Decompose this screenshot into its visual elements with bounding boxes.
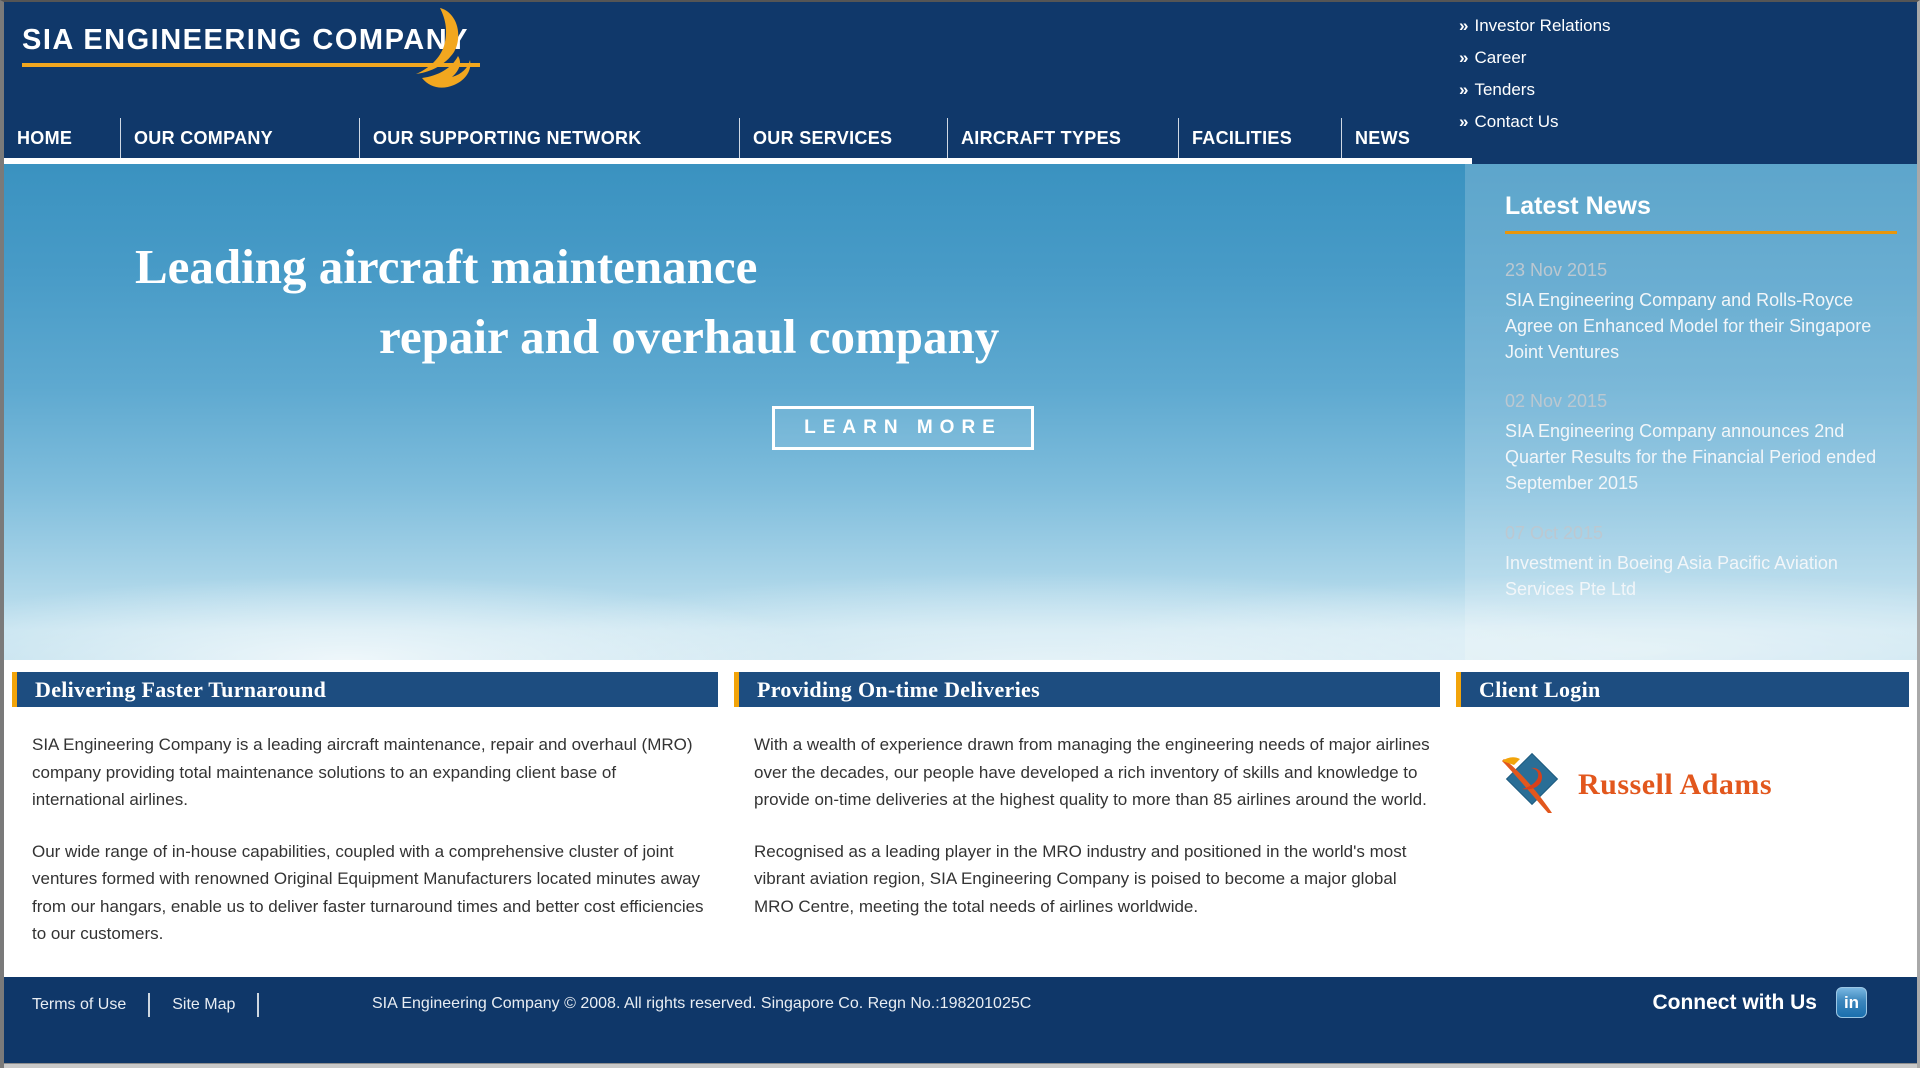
quick-link-tenders[interactable]: » Tenders — [1459, 80, 1889, 100]
section-body: SIA Engineering Company is a leading air… — [12, 707, 718, 948]
footer-links: Terms of Use Site Map — [32, 993, 281, 1017]
paragraph: Recognised as a leading player in the MR… — [754, 838, 1430, 921]
connect-with-us-label: Connect with Us — [1652, 991, 1817, 1015]
double-arrow-icon: » — [1459, 16, 1465, 36]
section-title: Client Login — [1479, 677, 1601, 703]
quick-link-investor-relations[interactable]: » Investor Relations — [1459, 16, 1889, 36]
linkedin-icon[interactable]: in — [1836, 987, 1867, 1018]
footer-link-site-map[interactable]: Site Map — [172, 996, 257, 1014]
section-delivering-faster-turnaround: Delivering Faster Turnaround SIA Enginee… — [12, 672, 718, 977]
russell-adams-logo-icon — [1500, 747, 1562, 822]
news-item[interactable]: 07 Oct 2015 Investment in Boeing Asia Pa… — [1505, 523, 1897, 602]
section-title: Providing On-time Deliveries — [757, 677, 1040, 703]
nav-item-our-company[interactable]: OUR COMPANY — [120, 118, 359, 158]
quick-link-label: Contact Us — [1474, 112, 1558, 132]
footer-link-terms-of-use[interactable]: Terms of Use — [32, 996, 148, 1014]
footer: Terms of Use Site Map SIA Engineering Co… — [4, 977, 1917, 1063]
header: SIA ENGINEERING COMPANY » Investor Relat… — [4, 2, 1917, 164]
news-headline: SIA Engineering Company and Rolls-Royce … — [1505, 287, 1897, 365]
section-title: Delivering Faster Turnaround — [35, 677, 326, 703]
content-row: Delivering Faster Turnaround SIA Enginee… — [4, 660, 1917, 977]
sia-bird-logo-icon — [402, 6, 474, 99]
paragraph: Our wide range of in-house capabilities,… — [32, 838, 708, 948]
footer-divider — [257, 993, 259, 1017]
quick-link-label: Investor Relations — [1474, 16, 1610, 36]
hero-heading-line2: repair and overhaul company — [135, 302, 999, 372]
hero-heading-line1: Leading aircraft maintenance — [135, 239, 757, 294]
nav-item-aircraft-types[interactable]: AIRCRAFT TYPES — [947, 118, 1178, 158]
nav-item-news[interactable]: NEWS — [1341, 118, 1479, 158]
latest-news-panel: Latest News 23 Nov 2015 SIA Engineering … — [1465, 164, 1917, 660]
quick-link-label: Tenders — [1474, 80, 1534, 100]
quick-link-career[interactable]: » Career — [1459, 48, 1889, 68]
page: SIA ENGINEERING COMPANY » Investor Relat… — [0, 0, 1920, 1068]
nav-item-home[interactable]: HOME — [4, 118, 120, 158]
client-name: Russell Adams — [1578, 768, 1772, 802]
section-header: Client Login — [1456, 672, 1909, 707]
hero-heading: Leading aircraft maintenance repair and … — [135, 232, 999, 371]
section-header: Delivering Faster Turnaround — [12, 672, 718, 707]
page-bottom-strip — [4, 1063, 1917, 1068]
quick-link-label: Career — [1474, 48, 1526, 68]
news-date: 02 Nov 2015 — [1505, 391, 1897, 412]
news-item[interactable]: 23 Nov 2015 SIA Engineering Company and … — [1505, 260, 1897, 365]
nav-item-facilities[interactable]: FACILITIES — [1178, 118, 1341, 158]
news-date: 23 Nov 2015 — [1505, 260, 1897, 281]
section-client-login: Client Login Russell Adams — [1456, 672, 1909, 977]
nav-item-our-supporting-network[interactable]: OUR SUPPORTING NETWORK — [359, 118, 739, 158]
quick-link-contact-us[interactable]: » Contact Us — [1459, 112, 1889, 132]
quick-links: » Investor Relations » Career » Tenders … — [1459, 16, 1889, 144]
client-login-link[interactable]: Russell Adams — [1456, 707, 1909, 822]
news-headline: Investment in Boeing Asia Pacific Aviati… — [1505, 550, 1897, 602]
nav-item-our-services[interactable]: OUR SERVICES — [739, 118, 947, 158]
paragraph: SIA Engineering Company is a leading air… — [32, 731, 708, 814]
learn-more-button[interactable]: LEARN MORE — [772, 406, 1034, 450]
latest-news-underline — [1505, 231, 1897, 234]
double-arrow-icon: » — [1459, 80, 1465, 100]
paragraph: With a wealth of experience drawn from m… — [754, 731, 1430, 814]
footer-divider — [148, 993, 150, 1017]
news-item[interactable]: 02 Nov 2015 SIA Engineering Company anno… — [1505, 391, 1897, 496]
latest-news-title: Latest News — [1505, 192, 1897, 221]
section-providing-on-time-deliveries: Providing On-time Deliveries With a weal… — [734, 672, 1440, 977]
hero-banner: Leading aircraft maintenance repair and … — [4, 164, 1917, 660]
news-date: 07 Oct 2015 — [1505, 523, 1897, 544]
news-headline: SIA Engineering Company announces 2nd Qu… — [1505, 418, 1897, 496]
main-nav: HOME OUR COMPANY OUR SUPPORTING NETWORK … — [4, 118, 1479, 158]
section-header: Providing On-time Deliveries — [734, 672, 1440, 707]
double-arrow-icon: » — [1459, 48, 1465, 68]
footer-copyright: SIA Engineering Company © 2008. All righ… — [372, 995, 1031, 1013]
section-body: With a wealth of experience drawn from m… — [734, 707, 1440, 920]
